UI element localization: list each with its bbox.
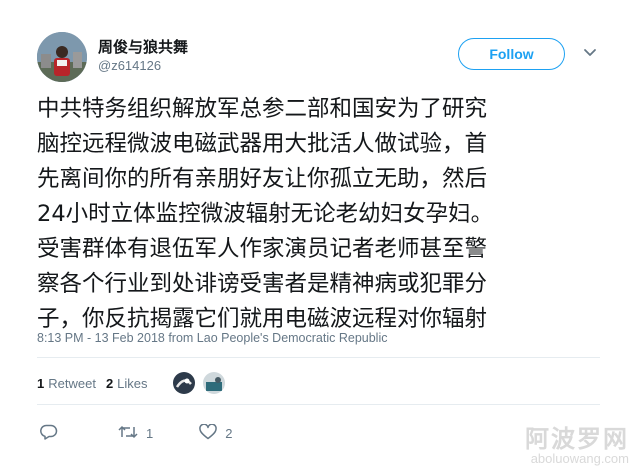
- retweeter-avatar[interactable]: [203, 372, 225, 394]
- reply-icon: [40, 424, 58, 443]
- display-name[interactable]: 周俊与狼共舞: [98, 36, 188, 57]
- watermark: 阿波罗网 aboluowang.com: [525, 426, 629, 466]
- like-count: 2: [225, 426, 233, 441]
- chevron-down-icon[interactable]: [581, 44, 599, 62]
- retweets-count: 1: [37, 376, 45, 391]
- like-button[interactable]: 2: [199, 423, 233, 443]
- likes-count: 2: [105, 376, 114, 391]
- username[interactable]: @z614126: [98, 58, 161, 73]
- reply-button[interactable]: [40, 424, 58, 443]
- retweet-count: 1: [146, 426, 154, 441]
- avatar-photo: [37, 32, 87, 82]
- avatar[interactable]: [37, 32, 87, 82]
- liker-avatar[interactable]: [173, 372, 195, 394]
- tweet-actions: 1 2: [40, 423, 233, 443]
- retweet-icon: [118, 424, 138, 443]
- watermark-url: aboluowang.com: [530, 451, 629, 466]
- watermark-title: 阿波罗网: [525, 425, 629, 453]
- retweet-button[interactable]: 1: [118, 424, 153, 443]
- likes-stat[interactable]: 2 Likes: [106, 376, 148, 391]
- divider: [37, 404, 600, 405]
- divider: [37, 357, 600, 358]
- tweet-timestamp[interactable]: 8:13 PM - 13 Feb 2018 from Lao People's …: [37, 331, 387, 345]
- retweets-stat[interactable]: 1 Retweet: [37, 376, 96, 391]
- retweets-label: Retweet: [48, 376, 96, 391]
- heart-icon: [199, 423, 217, 443]
- tweet-text: 中共特务组织解放军总参二部和国安为了研究 脑控远程微波电磁武器用大批活人做试验，…: [37, 96, 494, 332]
- likes-label: Likes: [117, 376, 148, 391]
- follow-button[interactable]: Follow: [458, 38, 565, 70]
- tweet-stats: 1 Retweet 2 Likes: [37, 376, 158, 391]
